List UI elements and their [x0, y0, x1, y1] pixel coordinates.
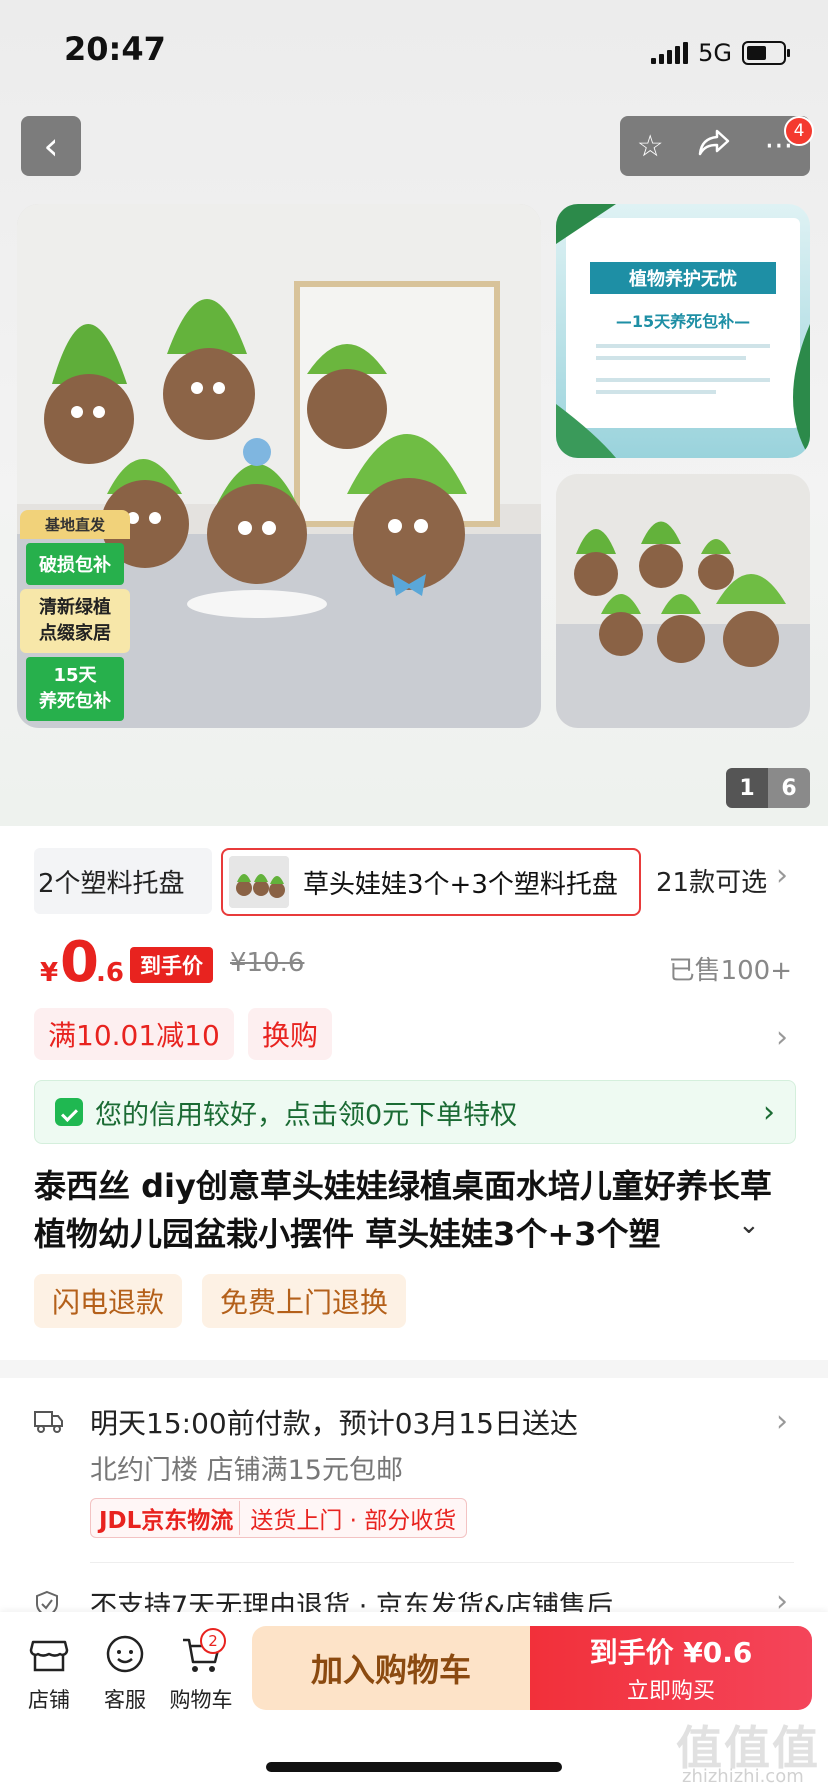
truck-icon [34, 1408, 64, 1434]
tab-label: 店铺 [28, 1688, 70, 1712]
add-to-cart-button[interactable]: 加入购物车 [252, 1626, 530, 1710]
cart-badge: 2 [200, 1628, 226, 1654]
delivery-estimate[interactable]: 明天15:00前付款，预计03月15日送达 [90, 1402, 578, 1442]
variant-label: 2个塑料托盘 [38, 868, 185, 899]
promo-exchange[interactable]: 换购 [248, 1008, 333, 1060]
chevron-down-icon[interactable]: ⌄ [738, 1210, 760, 1240]
price-decimal: .6 [96, 958, 124, 988]
side-image-care-guarantee[interactable]: 植物养护无忧 —15天养死包补— [556, 204, 810, 458]
jd-logistics-logo: JDL京东物流 [91, 1501, 241, 1535]
battery-icon [742, 41, 790, 65]
chevron-right-icon: › [763, 1094, 775, 1130]
service-tag-pickup: 免费上门退换 [202, 1274, 407, 1328]
buy-now-button[interactable]: 到手价 ¥0.6 立即购买 [530, 1626, 812, 1710]
store-icon [27, 1632, 71, 1676]
final-price-tag: 到手价 [130, 947, 213, 983]
home-indicator[interactable] [266, 1762, 562, 1772]
share-icon[interactable] [697, 127, 731, 165]
favorite-icon[interactable]: ☆ [637, 129, 664, 164]
logistics-tag: JDL京东物流 送货上门 · 部分收货 [90, 1498, 468, 1538]
badge-direct: 基地直发 [20, 510, 130, 539]
gallery-pager: 1 6 [726, 768, 810, 808]
variant-label: 草头娃娃3个+3个塑料托盘 [303, 869, 618, 900]
signal-icon [651, 42, 689, 64]
variant-thumbnail [229, 856, 289, 908]
side-image-products[interactable] [556, 474, 810, 728]
price-currency: ¥ [40, 958, 59, 988]
back-icon: ‹ [43, 124, 59, 168]
main-image-badges: 基地直发 破损包补 清新绿植 点缀家居 15天 养死包补 [20, 510, 130, 725]
variant-option[interactable]: 2个塑料托盘 [34, 848, 212, 914]
logistics-text: 送货上门 · 部分收货 [250, 1508, 457, 1534]
chevron-right-icon[interactable]: › [776, 1404, 788, 1439]
badge-damage: 破损包补 [26, 543, 124, 585]
divider [90, 1562, 794, 1563]
status-time: 20:47 [64, 30, 166, 68]
network-label: 5G [698, 39, 732, 67]
product-title[interactable]: 泰西丝 diy创意草头娃娃绿植桌面水培儿童好养长草植物幼儿园盆栽小摆件 草头娃娃… [34, 1162, 790, 1258]
chevron-right-icon[interactable]: › [776, 858, 788, 893]
nav-actions: ☆ ··· [620, 116, 810, 176]
customer-service-icon [103, 1632, 147, 1676]
buy-price-label: 到手价 ¥0.6 [589, 1636, 753, 1669]
buy-now-label: 立即购买 [626, 1679, 715, 1704]
plant-doll [307, 344, 387, 449]
message-badge: 4 [784, 116, 814, 146]
variant-option-selected[interactable]: 草头娃娃3个+3个塑料托盘 [221, 848, 641, 916]
promo-discount[interactable]: 满10.01减10 [34, 1008, 234, 1060]
delivery-address: 北约门楼 店铺满15元包邮 [90, 1455, 403, 1486]
pager-total: 6 [768, 768, 810, 808]
original-price: ¥10.6 [230, 948, 305, 978]
badge-decor: 清新绿植 点缀家居 [20, 589, 130, 653]
pager-current: 1 [726, 768, 768, 808]
badge-guarantee: 15天 养死包补 [26, 657, 124, 721]
credit-text: 您的信用较好，点击领0元下单特权 [95, 1099, 518, 1131]
watermark-url: zhizhizhi.com [682, 1766, 804, 1787]
chevron-right-icon[interactable]: › [776, 1020, 788, 1055]
sold-count: 已售100+ [668, 956, 792, 986]
back-button[interactable]: ‹ [21, 116, 81, 176]
status-indicators: 5G [651, 36, 790, 70]
tab-label: 客服 [104, 1688, 146, 1712]
section-divider [0, 1360, 828, 1378]
credit-privilege-banner[interactable]: 您的信用较好，点击领0元下单特权 › [34, 1080, 796, 1144]
tab-customer-service[interactable]: 客服 [90, 1632, 160, 1714]
variant-count[interactable]: 21款可选 [656, 862, 767, 899]
price-integer: 0 [60, 930, 99, 995]
tab-store[interactable]: 店铺 [14, 1632, 84, 1714]
service-tag-refund: 闪电退款 [34, 1274, 183, 1328]
shield-check-icon [55, 1098, 83, 1126]
tab-label: 购物车 [169, 1688, 233, 1712]
